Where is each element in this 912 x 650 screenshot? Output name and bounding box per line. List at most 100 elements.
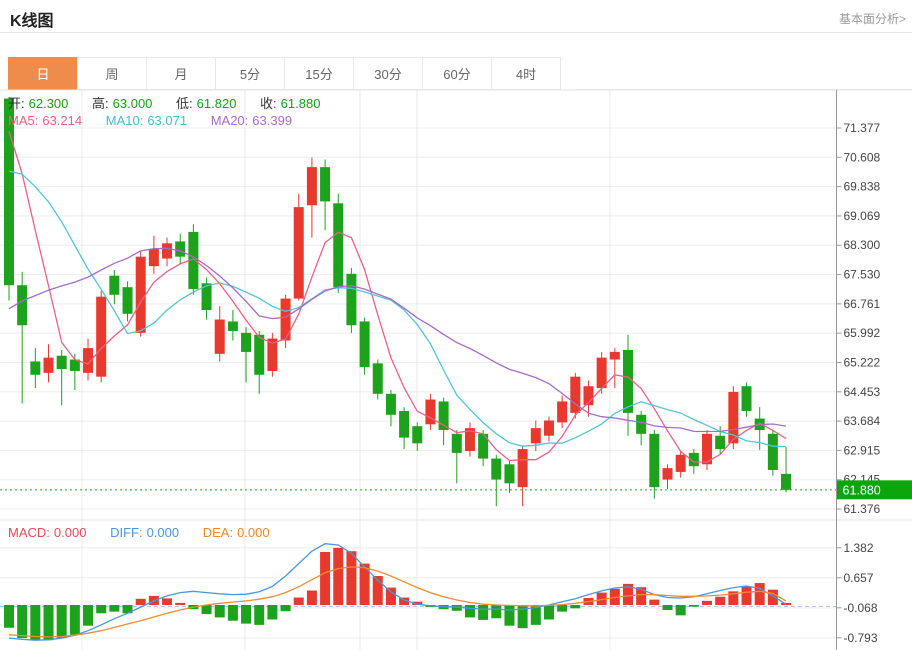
close-value: 61.880 (281, 96, 321, 111)
axis-label: 66.761 (844, 297, 881, 311)
candle-body (597, 358, 607, 388)
open-label: 开: (8, 96, 25, 111)
macd-hist-bar (30, 605, 40, 640)
macd-value: 0.000 (54, 525, 87, 540)
candle-body (307, 167, 317, 205)
ma20-line (9, 248, 786, 431)
kline-chart-canvas[interactable]: 71.377 70.608 69.838 69.069 68.300 67.530 66.7… (0, 0, 912, 650)
macd-hist-bar (386, 588, 396, 605)
candle-body (228, 321, 238, 331)
candle-body (663, 468, 673, 479)
macd-hist-bar (491, 605, 501, 618)
candle-body (215, 320, 225, 354)
high-value: 63.000 (113, 96, 153, 111)
axis-label: 69.069 (844, 209, 881, 223)
axis-label: 61.376 (844, 502, 881, 516)
macd-hist-bar (755, 583, 765, 605)
candle-body (425, 400, 435, 425)
candle-body (320, 167, 330, 201)
ma5-value: 63.214 (42, 113, 82, 128)
dea-label: DEA: (203, 525, 233, 540)
macd-hist-bar (346, 551, 356, 605)
candle-body (149, 249, 159, 266)
kline-page: K线图 基本面分析> 日周月5分15分30分60分4时 71.37770.608… (0, 0, 912, 650)
candle-body (412, 426, 422, 443)
candle-body (531, 428, 541, 443)
axis-label: 70.608 (844, 150, 881, 164)
macd-hist-bar (4, 605, 14, 628)
axis-label: 71.377 (844, 121, 881, 135)
macd-hist-bar (44, 605, 54, 640)
candle-body (570, 377, 580, 413)
macd-hist-bar (649, 600, 659, 605)
macd-hist-bar (465, 605, 475, 617)
ma-legend: MA5:63.214 MA10:63.071 MA20:63.399 (8, 113, 296, 128)
candle-body (518, 449, 528, 487)
axis-label: 68.300 (844, 238, 881, 252)
macd-hist-bar (307, 591, 317, 605)
candle-body (781, 474, 791, 490)
candle-body (346, 274, 356, 325)
macd-hist-bar (570, 605, 580, 608)
candle-body (175, 241, 185, 256)
axis-label: 65.992 (844, 326, 881, 340)
candle-body (333, 203, 343, 287)
axis-label: -0.068 (844, 601, 878, 615)
candle-body (44, 358, 54, 373)
ma10-label: MA10: (106, 113, 144, 128)
candle-body (544, 420, 554, 435)
macd-hist-bar (70, 605, 80, 635)
macd-hist-bar (281, 605, 291, 611)
macd-hist-bar (715, 597, 725, 605)
candle-body (254, 335, 264, 375)
macd-label: MACD: (8, 525, 50, 540)
candle-body (96, 297, 106, 377)
macd-hist-bar (504, 605, 514, 626)
macd-hist-bar (17, 605, 27, 638)
macd-hist-bar (202, 605, 212, 614)
low-label: 低: (176, 96, 193, 111)
close-label: 收: (260, 96, 277, 111)
macd-hist-bar (267, 605, 277, 619)
macd-hist-bar (57, 605, 67, 638)
axis-label: 1.382 (844, 541, 874, 555)
candle-body (294, 207, 304, 298)
macd-hist-bar (136, 599, 146, 605)
candle-body (281, 299, 291, 341)
macd-hist-bar (215, 605, 225, 617)
candle-body (649, 434, 659, 487)
ma20-value: 63.399 (252, 113, 292, 128)
diff-value: 0.000 (147, 525, 180, 540)
axis-label: 65.222 (844, 356, 881, 370)
axis-label: 62.915 (844, 443, 881, 457)
diff-label: DIFF: (110, 525, 143, 540)
macd-hist-bar (742, 586, 752, 605)
candle-body (386, 394, 396, 415)
ohlc-legend: 开:62.300 高:63.000 低:61.820 收:61.880 (8, 93, 324, 112)
axis-label: 69.838 (844, 180, 881, 194)
macd-hist-bar (544, 605, 554, 619)
macd-hist-bar (557, 605, 567, 612)
axis-label: -0.793 (844, 631, 878, 645)
candle-body (623, 350, 633, 413)
axis-label: 67.530 (844, 268, 881, 282)
candle-body (452, 434, 462, 453)
candle-body (109, 276, 119, 295)
low-value: 61.820 (197, 96, 237, 111)
candle-body (241, 333, 251, 352)
macd-hist-bar (254, 605, 264, 625)
candle-body (373, 363, 383, 393)
macd-hist-bar (663, 605, 673, 610)
candle-body (768, 434, 778, 470)
macd-legend: MACD:0.000 DIFF:0.000 DEA:0.000 (8, 525, 274, 540)
candle-body (399, 411, 409, 438)
candle-body (162, 243, 172, 258)
macd-hist-bar (294, 598, 304, 605)
macd-hist-bar (96, 605, 106, 613)
macd-hist-bar (83, 605, 93, 626)
macd-hist-bar (689, 605, 699, 607)
candle-body (17, 285, 27, 325)
candle-body (57, 356, 67, 369)
open-value: 62.300 (29, 96, 69, 111)
candle-body (636, 415, 646, 434)
